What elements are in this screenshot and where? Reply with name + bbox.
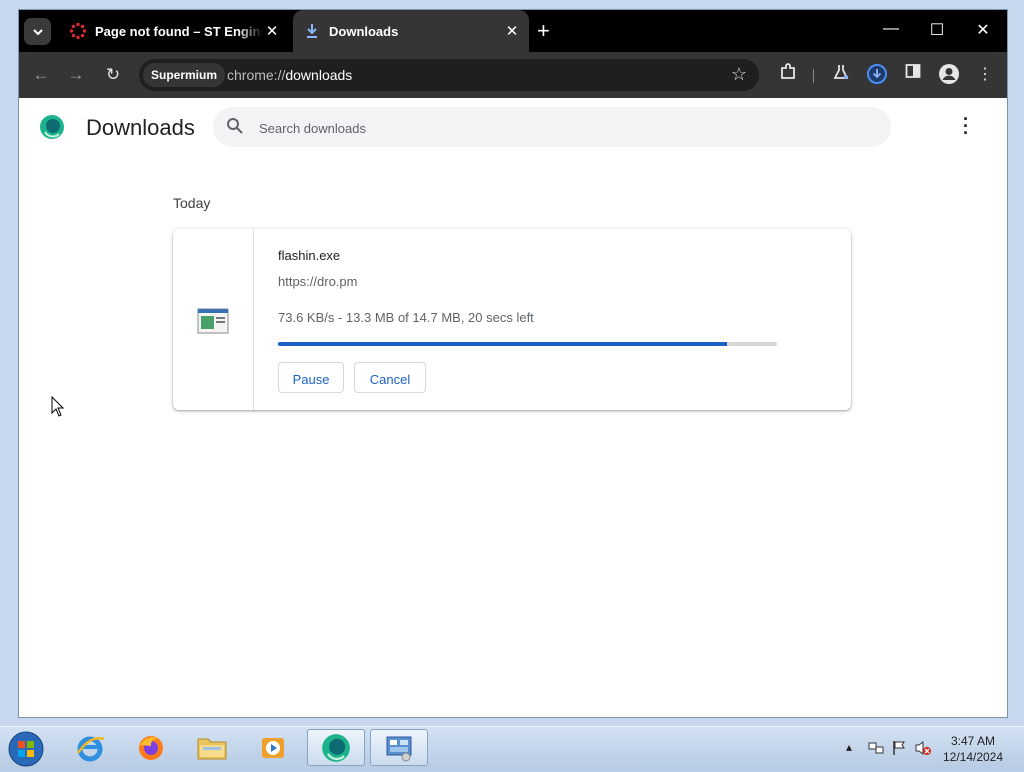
internet-explorer-icon[interactable] — [61, 729, 119, 766]
search-icon — [225, 116, 245, 141]
profile-avatar-icon[interactable] — [937, 63, 961, 87]
action-center-flag-icon[interactable] — [892, 740, 906, 759]
volume-muted-icon[interactable] — [914, 740, 932, 759]
menu-kebab-icon[interactable]: ⋮ — [973, 63, 997, 87]
reload-button[interactable]: ↻ — [103, 65, 123, 85]
back-button[interactable]: ← — [31, 65, 51, 85]
source-url[interactable]: https://dro.pm — [278, 274, 357, 289]
file-explorer-icon[interactable] — [183, 729, 241, 766]
address-bar[interactable]: Supermium chrome://downloads ☆ — [139, 59, 759, 91]
control-panel-icon[interactable] — [370, 729, 428, 766]
taskbar: ▴ 3:47 AM 12/14/2024 — [0, 726, 1024, 769]
media-player-icon[interactable] — [244, 729, 302, 766]
tab-close-icon[interactable]: ✕ — [263, 22, 281, 40]
side-panel-icon[interactable] — [901, 63, 925, 87]
cancel-button[interactable]: Cancel — [354, 362, 426, 393]
network-icon[interactable] — [868, 740, 884, 759]
arrow-right-icon: → — [67, 65, 85, 84]
search-input[interactable] — [257, 117, 861, 139]
st-engineering-icon — [69, 22, 87, 40]
tab-search-button[interactable] — [24, 18, 51, 45]
minimize-button[interactable]: — — [881, 20, 901, 38]
tab-page-not-found[interactable]: Page not found – ST Engineering ✕ — [59, 10, 289, 52]
reload-icon: ↻ — [105, 65, 121, 84]
mouse-cursor-icon — [51, 395, 65, 422]
download-status: 73.6 KB/s - 13.3 MB of 14.7 MB, 20 secs … — [278, 310, 534, 325]
extensions-icon[interactable] — [776, 63, 800, 87]
page-title: Downloads — [86, 115, 195, 140]
url-host: downloads — [285, 67, 353, 83]
supermium-icon[interactable] — [307, 729, 365, 766]
search-box[interactable] — [213, 107, 891, 147]
file-name[interactable]: flashin.exe — [278, 248, 340, 263]
tab-downloads[interactable]: Downloads ✕ — [293, 10, 529, 52]
date-section-label: Today — [173, 195, 211, 211]
toolbar: ← → ↻ Supermium chrome://downloads ☆ ⋮ — [19, 52, 1007, 98]
chevron-down-icon — [32, 28, 43, 35]
download-item: flashin.exe https://dro.pm 73.6 KB/s - 1… — [173, 229, 851, 410]
supermium-logo-icon — [39, 114, 65, 145]
tab-title: Downloads — [329, 23, 399, 39]
maximize-button[interactable]: ☐ — [927, 20, 947, 40]
window-frame: Page not found – ST Engineering ✕ Downlo… — [0, 0, 1024, 726]
clock-time: 3:47 AM — [950, 734, 996, 748]
progress-bar — [278, 342, 777, 346]
system-clock[interactable]: 3:47 AM 12/14/2024 — [940, 733, 1006, 765]
labs-flask-icon[interactable] — [829, 63, 853, 87]
tab-title: Page not found – ST Engineering — [95, 23, 263, 39]
downloads-button[interactable] — [865, 63, 889, 87]
tab-strip: Page not found – ST Engineering ✕ Downlo… — [19, 10, 1007, 52]
profile-chip[interactable]: Supermium — [143, 63, 226, 87]
more-actions-icon[interactable]: · · · — [963, 110, 969, 142]
firefox-icon[interactable] — [122, 729, 180, 766]
download-icon — [303, 22, 321, 40]
url-scheme: chrome:// — [227, 67, 286, 83]
show-hidden-icons-button[interactable]: ▴ — [846, 740, 852, 754]
tab-close-icon[interactable]: ✕ — [503, 22, 521, 40]
forward-button[interactable]: → — [66, 65, 86, 85]
url-text[interactable]: chrome://downloads — [227, 67, 352, 83]
progress-fill — [278, 342, 728, 346]
bookmark-star-icon[interactable]: ☆ — [731, 64, 747, 85]
toolbar-separator — [813, 69, 814, 83]
downloads-page: Downloads ··· Today — [19, 98, 1007, 717]
pause-button[interactable]: Pause — [278, 362, 344, 393]
browser-window: Page not found – ST Engineering ✕ Downlo… — [18, 9, 1008, 718]
new-tab-button[interactable]: + — [537, 20, 550, 42]
file-icon-column — [173, 229, 254, 410]
start-button[interactable] — [8, 731, 44, 772]
exe-file-icon — [197, 308, 229, 339]
close-window-button[interactable]: ✕ — [973, 20, 993, 40]
arrow-left-icon: ← — [32, 65, 50, 84]
clock-date: 12/14/2024 — [942, 750, 1004, 764]
